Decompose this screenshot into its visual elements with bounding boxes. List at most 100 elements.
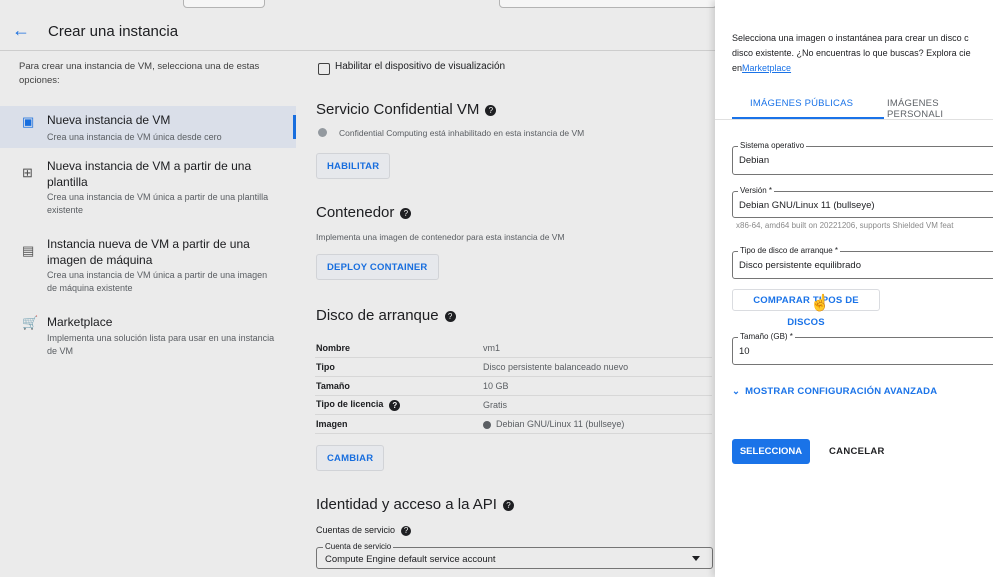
search-bar[interactable] (499, 0, 717, 8)
table-row: Imagen Debian GNU/Linux 11 (bullseye) (315, 414, 712, 434)
page-title: Crear una instancia (48, 23, 179, 40)
service-account-select[interactable]: Cuenta de servicio Compute Engine defaul… (316, 542, 713, 569)
option-desc: Crea una instancia de VM única a partir … (47, 192, 269, 215)
help-icon[interactable]: ? (400, 207, 412, 219)
info-status-icon (318, 128, 327, 137)
container-heading: Contenedor? (316, 204, 412, 221)
section-title: Identidad y acceso a la API (316, 496, 497, 513)
desc-prefix: en (732, 63, 743, 73)
selected-indicator (293, 115, 296, 139)
creation-options: Para crear una instancia de VM, seleccio… (0, 51, 297, 577)
section-title: Servicio Confidential VM (316, 101, 480, 118)
help-icon[interactable]: ? (502, 499, 514, 511)
row-value: Disco persistente balanceado nuevo (482, 357, 712, 377)
field-value: Debian GNU/Linux 11 (bullseye) (739, 200, 875, 211)
service-accounts-text: Cuentas de servicio (316, 525, 396, 535)
cancel-button[interactable]: CANCELAR (829, 446, 885, 457)
license-type-label: Tipo de licencia (316, 399, 384, 410)
template-icon: ⊞ (22, 165, 33, 180)
section-title: Disco de arranque (316, 307, 439, 324)
container-desc: Implementa una imagen de contenedor para… (316, 232, 565, 242)
help-icon[interactable]: ? (401, 525, 412, 536)
row-value: 10 GB (482, 376, 712, 396)
field-label: Cuenta de servicio (323, 542, 394, 551)
debian-logo-icon (483, 420, 491, 429)
field-label: Tamaño (GB) * (738, 332, 795, 341)
boot-disk-heading: Disco de arranque? (316, 307, 456, 324)
size-input[interactable]: Tamaño (GB) * 10 (732, 332, 993, 365)
option-desc: Crea una instancia de VM única a partir … (47, 270, 268, 293)
boot-disk-table: Nombre vm1 Tipo Disco persistente balancea… (315, 339, 712, 434)
add-box-icon: ▣ (22, 114, 35, 129)
table-row: Tipo de licencia? Gratis (315, 395, 712, 415)
change-boot-disk-button[interactable]: CAMBIAR (316, 445, 385, 471)
row-key: Nombre (315, 339, 482, 358)
boot-disk-type-select[interactable]: Tipo de disco de arranque * Disco persis… (732, 246, 993, 279)
confidential-vm-heading: Servicio Confidential VM? (316, 101, 497, 118)
display-device-label: Habilitar el dispositivo de visualizació… (335, 61, 506, 72)
page-header: ← Crear una instancia (0, 10, 715, 51)
chevron-down-icon: ⌄ (732, 386, 741, 397)
table-row: Tipo Disco persistente balanceado nuevo (315, 357, 712, 377)
option-from-template[interactable]: ⊞ Nueva instancia de VM a partir de una … (0, 157, 296, 221)
version-select[interactable]: Versión * Debian GNU/Linux 11 (bullseye) (732, 186, 993, 218)
dropdown-arrow-icon (692, 556, 700, 561)
desc-line: enMarketplace (732, 61, 993, 76)
option-title: Nueva instancia de VM a partir de una pl… (47, 159, 252, 189)
option-title: Nueva instancia de VM (47, 113, 171, 127)
instance-form: Habilitar el dispositivo de visualizació… (315, 51, 715, 577)
row-key: Tipo (315, 357, 482, 377)
help-icon[interactable]: ? (485, 104, 497, 116)
select-button[interactable]: SELECCIONA (732, 439, 810, 464)
field-label: Versión * (738, 186, 775, 195)
display-device-checkbox[interactable] (318, 63, 330, 75)
field-label: Tipo de disco de arranque * (738, 246, 840, 255)
compare-disk-types-button[interactable]: COMPARAR TIPOS DE DISCOS (732, 289, 880, 328)
marketplace-link[interactable]: Marketplace (742, 63, 791, 73)
help-icon[interactable]: ? (444, 310, 456, 322)
boot-disk-panel: Selecciona una imagen o instantánea para… (715, 0, 993, 577)
option-title: Instancia nueva de VM a partir de una im… (47, 237, 250, 267)
row-value: Gratis (482, 395, 712, 415)
table-row: Nombre vm1 (315, 339, 712, 358)
option-new-vm[interactable]: ▣ Nueva instancia de VM Crea una instanc… (0, 106, 296, 148)
show-advanced-toggle[interactable]: ⌄ MOSTRAR CONFIGURACIÓN AVANZADA (732, 386, 937, 397)
enable-confidential-button[interactable]: HABILITAR (316, 153, 391, 179)
image-name: Debian GNU/Linux 11 (bullseye) (496, 419, 625, 429)
row-value: vm1 (482, 339, 712, 358)
section-title: Contenedor (316, 204, 395, 221)
option-desc: Crea una instancia de VM única desde cer… (47, 132, 222, 142)
desc-line: disco existente. ¿No encuentras lo que b… (732, 48, 971, 58)
options-intro: Para crear una instancia de VM, seleccio… (19, 61, 260, 86)
panel-description: Selecciona una imagen o instantánea para… (732, 31, 993, 76)
row-key: Imagen (315, 414, 482, 434)
row-value: Debian GNU/Linux 11 (bullseye) (482, 414, 712, 434)
marketplace-cart-icon: 🛒 (22, 315, 39, 330)
back-arrow-icon[interactable]: ← (12, 20, 30, 41)
tab-custom-images[interactable]: IMÁGENES PERSONALI (887, 98, 993, 120)
advanced-label: MOSTRAR CONFIGURACIÓN AVANZADA (745, 386, 938, 397)
create-instance-page: ← Crear una instancia Para crear una ins… (0, 0, 717, 577)
field-value: Debian (739, 155, 770, 166)
option-from-machine-image[interactable]: ▤ Instancia nueva de VM a partir de una … (0, 235, 296, 299)
field-value: Disco persistente equilibrado (739, 260, 861, 271)
field-value: Compute Engine default service account (325, 554, 496, 565)
hand-cursor-icon: ☝ (810, 295, 830, 312)
service-accounts-label: Cuentas de servicio? (316, 525, 412, 536)
option-title: Marketplace (47, 315, 113, 329)
os-select[interactable]: Sistema operativo Debian (732, 141, 993, 175)
help-icon[interactable]: ? (389, 399, 401, 411)
confidential-note: Confidential Computing está inhabilitado… (339, 128, 585, 138)
tabs-divider (715, 119, 993, 120)
deploy-container-button[interactable]: DEPLOY CONTAINER (316, 254, 439, 280)
machine-image-icon: ▤ (22, 243, 35, 258)
option-marketplace[interactable]: 🛒 Marketplace Implementa una solución li… (0, 313, 296, 363)
tab-public-images[interactable]: IMÁGENES PÚBLICAS (750, 98, 853, 109)
desc-line: Selecciona una imagen o instantánea para… (732, 33, 969, 43)
project-selector[interactable] (183, 0, 265, 8)
table-row: Tamaño 10 GB (315, 376, 712, 396)
top-toolbar (0, 0, 717, 10)
option-desc: Implementa una solución lista para usar … (47, 333, 275, 356)
identity-heading: Identidad y acceso a la API? (316, 496, 514, 513)
version-hint: x86-64, amd64 built on 20221206, support… (736, 221, 954, 230)
